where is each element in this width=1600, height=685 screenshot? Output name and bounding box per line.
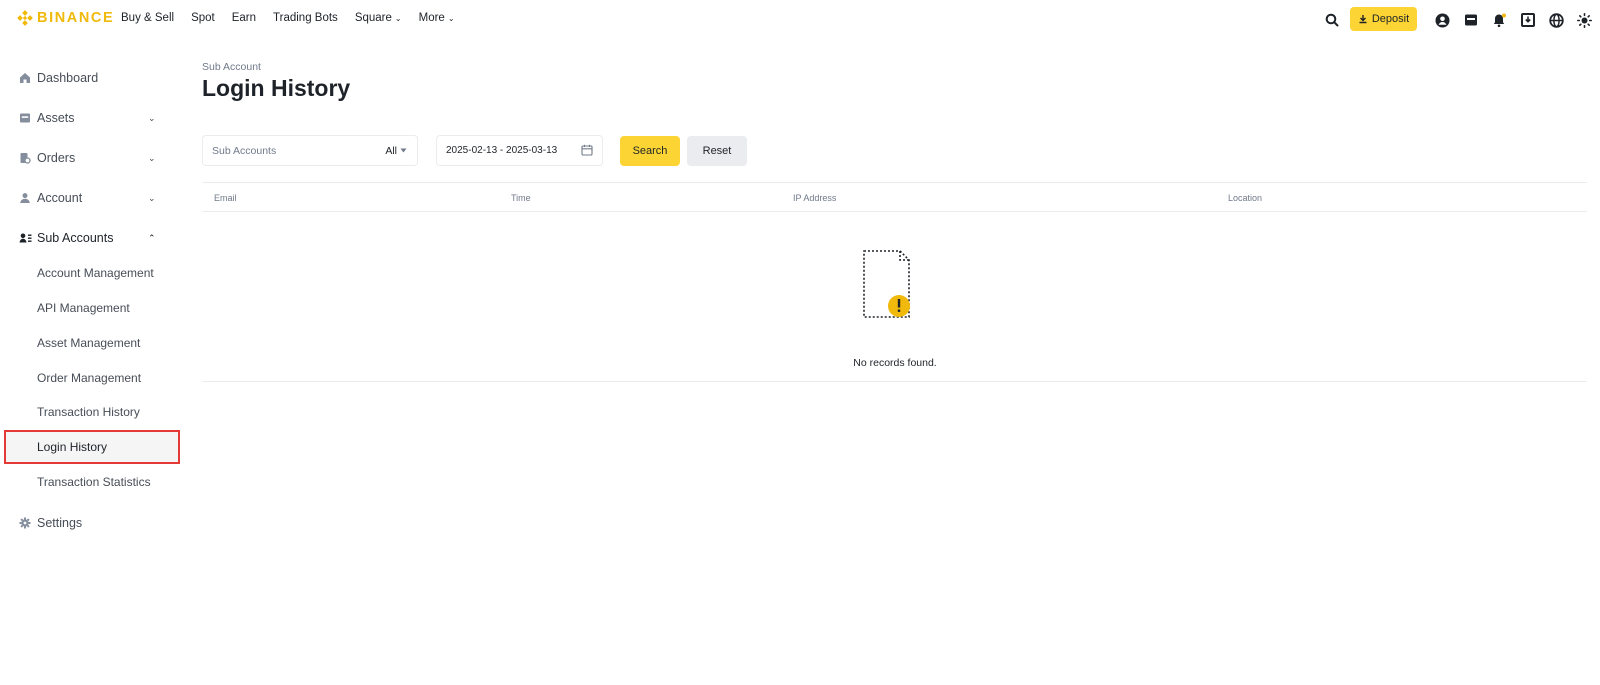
chevron-down-icon: ⌄ [148, 192, 156, 203]
sidebar-item-label: Orders [37, 151, 76, 165]
sidebar-item-assets[interactable]: Assets ⌄ [0, 101, 180, 135]
wallet-icon[interactable] [1462, 11, 1480, 29]
nav-square[interactable]: Square ⌄ [355, 12, 402, 24]
search-button[interactable]: Search [620, 136, 680, 166]
calendar-icon [581, 144, 593, 156]
sidebar-subitem-transaction-statistics[interactable]: Transaction Statistics [0, 465, 180, 499]
page-title: Login History [202, 75, 351, 101]
sidebar-subitem-login-history[interactable]: Login History [4, 430, 180, 464]
gear-icon [18, 516, 32, 530]
chevron-down-icon: ⌄ [148, 152, 156, 163]
sidebar-item-label: Settings [37, 516, 83, 530]
top-navigation-bar: BINANCE Buy & Sell Spot Earn Trading Bot… [0, 0, 1600, 40]
binance-logo-icon [17, 10, 33, 26]
chevron-down-icon: ⌄ [148, 112, 156, 123]
caret-down-icon [400, 148, 407, 153]
nav-more[interactable]: More ⌄ [419, 12, 455, 24]
empty-state-message: No records found. [853, 357, 937, 369]
nav-trading-bots-label: Trading Bots [273, 12, 338, 24]
sub-accounts-value: All [385, 145, 407, 157]
globe-icon[interactable] [1547, 11, 1565, 29]
deposit-button[interactable]: Deposit [1350, 7, 1417, 31]
sidebar-subitem-transaction-history[interactable]: Transaction History [0, 395, 180, 429]
home-icon [18, 71, 32, 85]
search-icon[interactable] [1323, 11, 1341, 29]
empty-document-icon [863, 250, 910, 318]
nav-more-label: More [418, 12, 445, 24]
sidebar-item-account[interactable]: Account ⌄ [0, 181, 180, 215]
bell-icon[interactable] [1490, 11, 1508, 29]
sidebar-subitem-api-management[interactable]: API Management [0, 291, 180, 325]
nav-buy-sell[interactable]: Buy & Sell [121, 12, 174, 24]
nav-buy-sell-label: Buy & Sell [121, 12, 175, 24]
column-header-ip-address: IP Address [793, 193, 837, 203]
sidebar-item-label: Assets [37, 111, 75, 125]
sidebar-subitem-label: Login History [37, 440, 108, 454]
column-header-location: Location [1228, 193, 1263, 203]
sidebar-subitem-label: Transaction History [37, 405, 140, 419]
theme-icon[interactable] [1575, 11, 1593, 29]
deposit-label: Deposit [1371, 13, 1410, 25]
sidebar-subitem-account-management[interactable]: Account Management [0, 256, 180, 290]
main-nav: Buy & Sell Spot Earn Trading Bots Square… [121, 12, 472, 24]
chevron-down-icon: ⌄ [447, 13, 455, 23]
sidebar-subitem-label: API Management [37, 301, 130, 315]
nav-trading-bots[interactable]: Trading Bots [273, 12, 338, 24]
column-header-email: Email [214, 193, 237, 203]
column-header-time: Time [511, 193, 531, 203]
binance-logo[interactable]: BINANCE [17, 10, 114, 26]
sidebar-subitem-label: Account Management [37, 266, 154, 280]
nav-earn-label: Earn [231, 12, 257, 24]
divider [202, 182, 1587, 183]
sidebar-item-label: Account [37, 191, 83, 205]
divider [202, 211, 1587, 212]
sidebar-item-dashboard[interactable]: Dashboard [0, 61, 180, 95]
sub-accounts-selected: All [385, 144, 397, 157]
brand-name: BINANCE [37, 10, 115, 26]
chevron-up-icon: ⌃ [148, 232, 156, 243]
sub-accounts-icon [18, 231, 32, 245]
breadcrumb[interactable]: Sub Account [202, 61, 261, 73]
user-icon[interactable] [1433, 11, 1451, 29]
nav-earn[interactable]: Earn [232, 12, 256, 24]
reset-button[interactable]: Reset [687, 136, 747, 166]
nav-spot[interactable]: Spot [191, 12, 215, 24]
download-app-icon[interactable] [1519, 11, 1537, 29]
sidebar-item-orders[interactable]: Orders ⌄ [0, 141, 180, 175]
sidebar-item-label: Dashboard [37, 71, 99, 85]
chevron-down-icon: ⌄ [394, 13, 402, 23]
nav-spot-label: Spot [191, 12, 215, 24]
sidebar-item-sub-accounts[interactable]: Sub Accounts ⌃ [0, 221, 180, 255]
sidebar-subitem-label: Transaction Statistics [37, 475, 151, 489]
nav-square-label: Square [354, 12, 392, 24]
sidebar-subitem-asset-management[interactable]: Asset Management [0, 326, 180, 360]
wallet-icon [18, 111, 32, 125]
sidebar-item-label: Sub Accounts [37, 231, 114, 245]
download-icon [1359, 15, 1367, 24]
divider [202, 381, 1587, 382]
sidebar-subitem-label: Order Management [37, 371, 142, 385]
user-icon [18, 191, 32, 205]
date-range-value: 2025-02-13 - 2025-03-13 [446, 145, 558, 156]
sub-accounts-placeholder: Sub Accounts [212, 144, 277, 157]
sidebar-item-settings[interactable]: Settings [0, 506, 180, 540]
sidebar-subitem-label: Asset Management [37, 336, 141, 350]
sub-accounts-select[interactable]: Sub Accounts All [202, 135, 418, 166]
date-range-picker[interactable]: 2025-02-13 - 2025-03-13 [436, 135, 603, 166]
orders-icon [18, 151, 32, 165]
